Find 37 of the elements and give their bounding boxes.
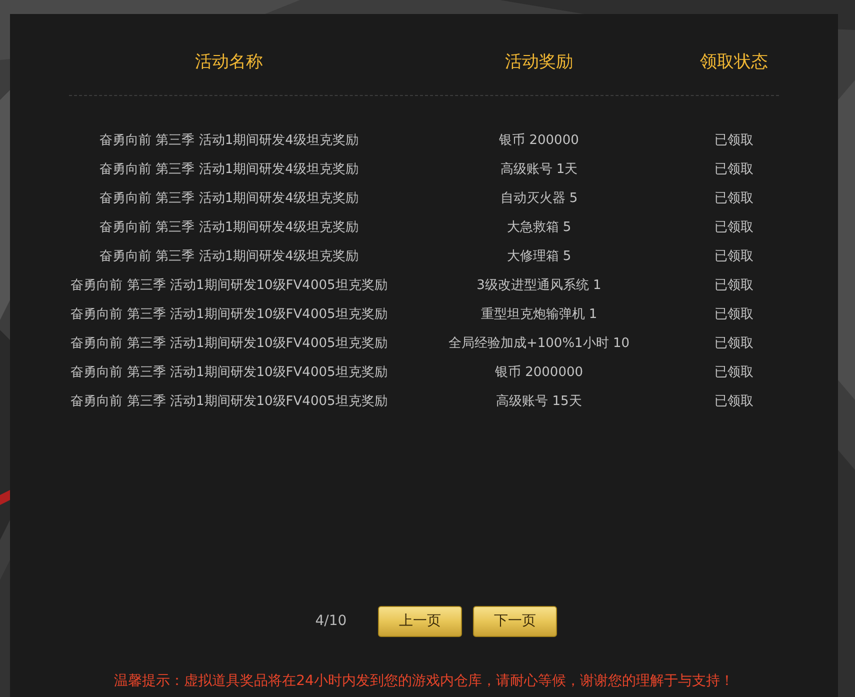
table-cell-text: 已领取	[714, 364, 754, 382]
table-cell-text: 奋勇向前 第三季 活动1期间研发10级FV4005坦克奖励	[70, 306, 388, 324]
column-header: 活动名称	[195, 51, 263, 74]
table-cell-text: 奋勇向前 第三季 活动1期间研发4级坦克奖励	[100, 218, 358, 236]
table-cell-text: 重型坦克炮输弹机 1	[480, 306, 598, 324]
table-cell-text: 大修理箱 5	[506, 248, 572, 266]
table-cell-text: 已领取	[714, 392, 754, 410]
table-cell-text: 奋勇向前 第三季 活动1期间研发10级FV4005坦克奖励	[70, 334, 388, 352]
table-cell-text: 已领取	[714, 248, 754, 266]
table-cell-text: 奋勇向前 第三季 活动1期间研发4级坦克奖励	[100, 248, 358, 266]
previous-page-button[interactable]: 上一页	[378, 606, 462, 637]
table-cell-text: 自动灭火器 5	[500, 190, 578, 208]
table-cell-text: 已领取	[714, 190, 754, 208]
table-cell-text: 已领取	[714, 132, 754, 150]
table-cell-text: 银币 2000000	[494, 364, 584, 382]
notice-text: 温馨提示：虚拟道具奖品将在24小时内发到您的游戏内仓库，请耐心等候，谢谢您的理解于与支持！	[114, 672, 734, 691]
table-cell-text: 大急救箱 5	[506, 218, 572, 236]
table-cell-text: 高级账号 1天	[500, 160, 578, 178]
table-cell-text: 银币 200000	[499, 132, 579, 150]
table-cell-text: 全局经验加成+100%1小时 10	[448, 334, 630, 352]
table-cell-text: 奋勇向前 第三季 活动1期间研发4级坦克奖励	[100, 190, 358, 208]
page-indicator: 4/10	[314, 612, 348, 631]
column-header: 领取状态	[700, 51, 768, 74]
table-cell-text: 奋勇向前 第三季 活动1期间研发4级坦克奖励	[100, 132, 358, 150]
table-cell-text: 已领取	[714, 276, 754, 294]
table-cell-text: 奋勇向前 第三季 活动1期间研发10级FV4005坦克奖励	[70, 276, 388, 294]
table-cell-text: 奋勇向前 第三季 活动1期间研发10级FV4005坦克奖励	[70, 364, 388, 382]
table-cell-text: 奋勇向前 第三季 活动1期间研发10级FV4005坦克奖励	[70, 392, 388, 410]
table-cell-text: 奋勇向前 第三季 活动1期间研发4级坦克奖励	[100, 160, 358, 178]
table-cell-text: 3级改进型通风系统 1	[476, 276, 602, 294]
table-cell-text: 已领取	[714, 334, 754, 352]
table-cell-text: 已领取	[714, 218, 754, 236]
table-cell-text: 已领取	[714, 160, 754, 178]
table-cell-text: 高级账号 15天	[496, 392, 582, 410]
column-header: 活动奖励	[505, 51, 573, 74]
next-page-button[interactable]: 下一页	[472, 606, 557, 637]
table-cell-text: 已领取	[714, 306, 754, 324]
